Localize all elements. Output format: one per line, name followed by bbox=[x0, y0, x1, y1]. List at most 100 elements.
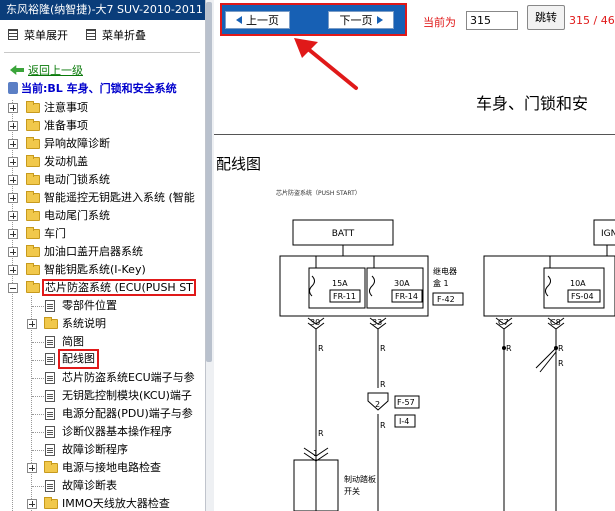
expand-icon[interactable] bbox=[8, 229, 18, 239]
pin-label: C8 bbox=[550, 318, 561, 327]
tree-child[interactable]: 诊断仪器基本操作程序 bbox=[0, 423, 205, 441]
expand-icon[interactable] bbox=[8, 247, 18, 257]
relay-box-label: 继电器 bbox=[433, 266, 457, 276]
document-icon bbox=[45, 408, 55, 420]
tree-child[interactable]: 零部件位置 bbox=[0, 297, 205, 315]
tree-item[interactable]: 发动机盖 bbox=[0, 153, 205, 171]
title-rule bbox=[214, 134, 615, 135]
tree-child[interactable]: IMMO天线放大器检查 bbox=[0, 495, 205, 511]
folder-icon bbox=[26, 209, 40, 221]
expand-icon[interactable] bbox=[8, 139, 18, 149]
document-icon bbox=[45, 390, 55, 402]
tree-child[interactable]: 电源分配器(PDU)端子与参 bbox=[0, 405, 205, 423]
document-icon bbox=[45, 336, 55, 348]
tree-child[interactable]: 故障诊断表 bbox=[0, 477, 205, 495]
connector-id: F-42 bbox=[437, 295, 455, 304]
menu-icon bbox=[8, 29, 18, 40]
fuse-icon bbox=[545, 275, 551, 297]
tree-child-selected[interactable]: 配线图 bbox=[0, 349, 205, 369]
menu-icon bbox=[86, 29, 96, 40]
tree-item[interactable]: 注意事项 bbox=[0, 99, 205, 117]
fuse-icon bbox=[309, 275, 315, 297]
fuse-id: FR-14 bbox=[395, 292, 418, 301]
wire-color: R bbox=[558, 344, 564, 353]
wire-color: R bbox=[558, 359, 564, 368]
tree-item[interactable]: 智能遥控无钥匙进入系统 (智能 bbox=[0, 189, 205, 207]
tree-item[interactable]: 异响故障诊断 bbox=[0, 135, 205, 153]
folder-icon bbox=[26, 245, 40, 257]
document-icon bbox=[45, 372, 55, 384]
fuse-amp: 30A bbox=[394, 279, 410, 288]
folder-icon bbox=[44, 317, 58, 329]
tree-item-open[interactable]: 芯片防盗系统 (ECU(PUSH ST bbox=[0, 279, 205, 297]
next-page-button[interactable]: 下一页 bbox=[328, 11, 394, 29]
tree-child[interactable]: 电源与接地电路检查 bbox=[0, 459, 205, 477]
collapse-menu-button[interactable]: 菜单折叠 bbox=[86, 28, 146, 44]
page-label: 当前为 bbox=[423, 16, 456, 29]
divider bbox=[4, 52, 200, 53]
folder-icon bbox=[44, 497, 58, 509]
expand-icon[interactable] bbox=[8, 211, 18, 221]
page-nav-group: 上一页 下一页 bbox=[220, 3, 407, 36]
wire-color: R bbox=[380, 344, 386, 353]
wire-color: R bbox=[318, 429, 324, 438]
fuse-amp: 10A bbox=[570, 279, 586, 288]
expand-icon[interactable] bbox=[8, 157, 18, 167]
tree-item[interactable]: 准备事项 bbox=[0, 117, 205, 135]
folder-icon bbox=[44, 461, 58, 473]
batt-label: BATT bbox=[332, 229, 355, 239]
current-path: 当前:BL 车身、门锁和安全系统 bbox=[8, 81, 177, 97]
folder-icon bbox=[26, 191, 40, 203]
arrow-left-icon bbox=[236, 16, 242, 24]
back-link[interactable]: 返回上一级 bbox=[10, 63, 83, 79]
connector-pin: 1 bbox=[313, 449, 318, 458]
folder-icon bbox=[26, 155, 40, 167]
expand-icon[interactable] bbox=[8, 121, 18, 131]
jump-button[interactable]: 跳转 bbox=[527, 5, 565, 30]
page-count: 315 / 46 bbox=[569, 14, 615, 27]
collapse-icon[interactable] bbox=[8, 283, 18, 293]
book-icon bbox=[8, 82, 18, 94]
document-icon bbox=[45, 444, 55, 456]
wire-color: R bbox=[506, 344, 512, 353]
fuse-id: FR-11 bbox=[333, 292, 356, 301]
prev-page-button[interactable]: 上一页 bbox=[225, 11, 290, 29]
tree-item[interactable]: 电动尾门系统 bbox=[0, 207, 205, 225]
tree-child[interactable]: 故障诊断程序 bbox=[0, 441, 205, 459]
tree-item[interactable]: 车门 bbox=[0, 225, 205, 243]
tree-scrollbar-thumb[interactable] bbox=[206, 2, 212, 362]
expand-icon[interactable] bbox=[27, 319, 37, 329]
expand-icon[interactable] bbox=[8, 265, 18, 275]
expand-icon[interactable] bbox=[27, 499, 37, 509]
pin-label: 30 bbox=[310, 318, 320, 327]
tree-child[interactable]: 无钥匙控制模块(KCU)端子 bbox=[0, 387, 205, 405]
expand-menu-button[interactable]: 菜单展开 bbox=[8, 28, 68, 44]
folder-icon bbox=[26, 119, 40, 131]
expand-icon[interactable] bbox=[8, 103, 18, 113]
wiring-diagram: BATT IGN 15A FR-11 30A FR-14 继电器 盒 1 F-4… bbox=[279, 219, 615, 511]
page-number-input[interactable] bbox=[466, 11, 518, 30]
red-arrow-annotation bbox=[294, 38, 358, 90]
expand-icon[interactable] bbox=[8, 193, 18, 203]
wire-color: R bbox=[380, 421, 386, 430]
pin-label: C7 bbox=[498, 318, 509, 327]
tree-item[interactable]: 电动门锁系统 bbox=[0, 171, 205, 189]
wire-color: R bbox=[318, 344, 324, 353]
connector-id: I-4 bbox=[399, 417, 409, 426]
wire-color: R bbox=[380, 380, 386, 389]
expand-icon[interactable] bbox=[8, 175, 18, 185]
tree-child[interactable]: 系统说明 bbox=[0, 315, 205, 333]
document-icon bbox=[45, 480, 55, 492]
document-title: 车身、门锁和安 bbox=[476, 94, 589, 113]
connector-id: F-57 bbox=[397, 398, 415, 407]
document-icon bbox=[45, 300, 55, 312]
tree-child[interactable]: 芯片防盗系统ECU端子与参 bbox=[0, 369, 205, 387]
switch-label: 开关 bbox=[344, 486, 360, 496]
document-icon bbox=[45, 426, 55, 438]
expand-icon[interactable] bbox=[27, 463, 37, 473]
fuse-amp: 15A bbox=[332, 279, 348, 288]
tree-child[interactable]: 简图 bbox=[0, 333, 205, 351]
tree-item[interactable]: 智能钥匙系统(I-Key) bbox=[0, 261, 205, 279]
tree-item[interactable]: 加油口盖开启器系统 bbox=[0, 243, 205, 261]
pin-label: 33 bbox=[372, 318, 382, 327]
